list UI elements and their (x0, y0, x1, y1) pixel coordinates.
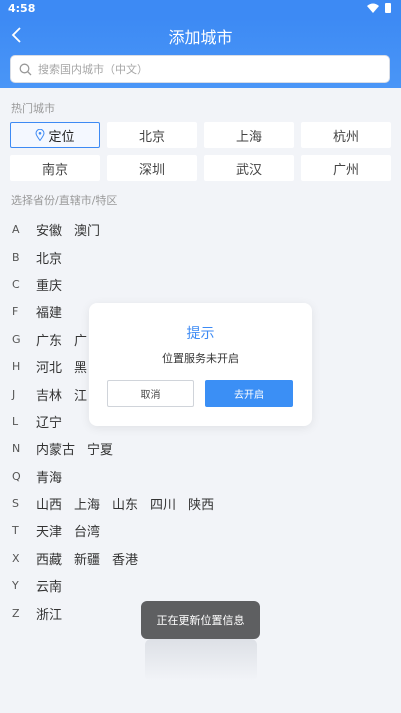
system-icons (367, 3, 391, 13)
index-letter: S (12, 497, 19, 511)
search-input[interactable] (38, 62, 368, 76)
province-item[interactable]: 广 (74, 330, 87, 349)
province-item[interactable]: 北京 (36, 248, 62, 267)
province-group: 内蒙古 宁夏 (36, 439, 113, 458)
hot-city-item[interactable]: 深圳 (107, 155, 197, 181)
status-time: 4:58 (8, 2, 36, 15)
province-item[interactable]: 安徽 (36, 220, 62, 239)
cancel-button[interactable]: 取消 (107, 380, 194, 407)
top-bar: 添加城市 (0, 18, 401, 88)
hot-city-item[interactable]: 上海 (204, 122, 294, 148)
province-group: 天津 台湾 (36, 521, 100, 540)
province-group: 吉林江 (36, 385, 87, 404)
province-group: 重庆 (36, 275, 62, 294)
wifi-icon (367, 3, 379, 13)
locate-label: 定位 (48, 129, 75, 145)
page-title: 添加城市 (168, 28, 233, 47)
province-item[interactable]: 江 (74, 385, 87, 404)
province-group: 北京 (36, 248, 62, 267)
province-item[interactable]: 广东 (36, 330, 62, 349)
province-item[interactable]: 澳门 (74, 220, 100, 239)
province-item[interactable]: 陕西 (188, 494, 214, 513)
province-item[interactable]: 山东 (112, 494, 138, 513)
dialog-title: 提示 (186, 326, 215, 342)
letter-row: Y 云南 (0, 572, 401, 599)
province-item[interactable]: 上海 (74, 494, 100, 513)
index-letter: Y (12, 579, 19, 593)
index-letter: B (12, 250, 20, 264)
letter-row: N 内蒙古 宁夏 (0, 435, 401, 462)
province-item[interactable]: 云南 (36, 576, 62, 595)
province-item[interactable]: 山西 (36, 494, 62, 513)
province-item[interactable]: 西藏 (36, 549, 62, 568)
index-letter: N (12, 442, 21, 456)
province-section-label: 选择省份/直辖市/特区 (11, 194, 118, 207)
hot-city-item[interactable]: 武汉 (204, 155, 294, 181)
toast-shadow (145, 639, 257, 681)
hot-city-item[interactable]: 南京 (10, 155, 100, 181)
province-item[interactable]: 内蒙古 (36, 439, 75, 458)
toast-message: 正在更新位置信息 (141, 601, 260, 639)
index-letter: J (12, 387, 16, 401)
province-group: 青海 (36, 467, 62, 486)
province-item[interactable]: 辽宁 (36, 412, 62, 431)
letter-row: S 山西 上海 山东 四川 陕西 (0, 490, 401, 517)
province-item[interactable]: 宁夏 (87, 439, 113, 458)
province-item[interactable]: 河北 (36, 357, 62, 376)
province-group: 辽宁 (36, 412, 62, 431)
province-group: 河北黑 (36, 357, 87, 376)
hot-city-item[interactable]: 北京 (107, 122, 197, 148)
province-item[interactable]: 吉林 (36, 385, 62, 404)
province-group: 西藏 新疆 香港 (36, 549, 138, 568)
province-group: 浙江 (36, 604, 62, 623)
hot-cities-label: 热门城市 (11, 102, 55, 115)
province-group: 山西 上海 山东 四川 陕西 (36, 494, 214, 513)
hot-cities-grid: 定位 北京 上海 杭州 南京 深圳 武汉 广州 (10, 122, 391, 181)
search-box[interactable] (10, 55, 390, 83)
letter-row: Q 青海 (0, 463, 401, 490)
location-service-dialog: 提示 位置服务未开启 取消 去开启 (89, 303, 312, 426)
province-group: 福建 (36, 302, 62, 321)
index-letter: L (12, 414, 19, 428)
location-pin-icon (35, 129, 45, 141)
province-group: 云南 (36, 576, 62, 595)
hot-city-item[interactable]: 广州 (301, 155, 391, 181)
province-item[interactable]: 天津 (36, 521, 62, 540)
province-item[interactable]: 四川 (150, 494, 176, 513)
province-item[interactable]: 台湾 (74, 521, 100, 540)
letter-row: B 北京 (0, 243, 401, 270)
letter-row: C 重庆 (0, 271, 401, 298)
status-bar: 4:58 (0, 0, 401, 18)
index-letter: Z (12, 606, 20, 620)
province-item[interactable]: 福建 (36, 302, 62, 321)
battery-icon (385, 3, 391, 13)
index-letter: A (12, 223, 20, 237)
province-item[interactable]: 黑 (74, 357, 87, 376)
province-item[interactable]: 浙江 (36, 604, 62, 623)
province-item[interactable]: 新疆 (74, 549, 100, 568)
letter-row: T 天津 台湾 (0, 517, 401, 544)
province-group: 安徽 澳门 (36, 220, 100, 239)
locate-button[interactable]: 定位 (10, 122, 100, 148)
letter-row: X 西藏 新疆 香港 (0, 545, 401, 572)
search-icon (19, 63, 32, 75)
index-letter: H (12, 360, 21, 374)
index-letter: G (12, 332, 21, 346)
index-letter: C (12, 277, 20, 291)
province-item[interactable]: 香港 (112, 549, 138, 568)
hot-city-item[interactable]: 杭州 (301, 122, 391, 148)
province-item[interactable]: 青海 (36, 467, 62, 486)
index-letter: Q (12, 469, 21, 483)
province-item[interactable]: 重庆 (36, 275, 62, 294)
index-letter: F (12, 305, 19, 319)
enable-location-button[interactable]: 去开启 (205, 380, 293, 407)
index-letter: X (12, 551, 20, 565)
dialog-message: 位置服务未开启 (162, 352, 239, 365)
index-letter: T (12, 524, 19, 538)
letter-row: A 安徽 澳门 (0, 216, 401, 243)
province-group: 广东广 (36, 330, 87, 349)
